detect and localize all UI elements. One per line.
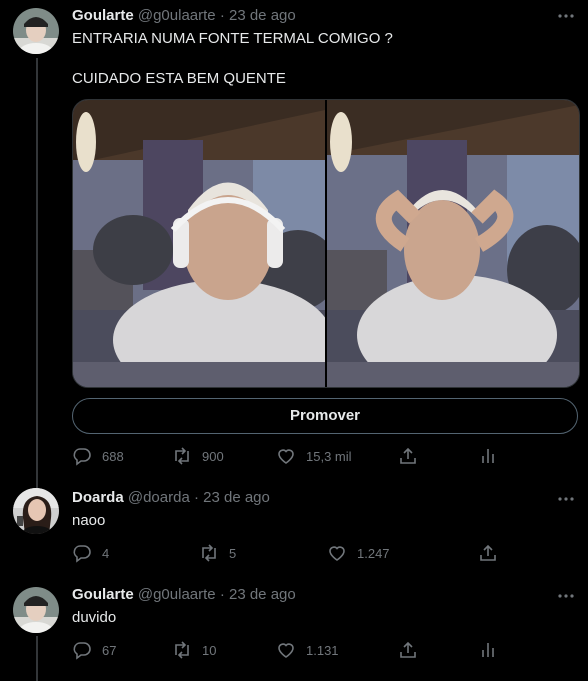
- like-count: 15,3 mil: [306, 448, 352, 464]
- separator-dot: ·: [219, 7, 225, 24]
- tweet-header: Doarda @doarda · 23 de ago: [72, 488, 270, 508]
- user-handle[interactable]: @doarda: [128, 489, 190, 506]
- tweet-text-line-1: ENTRARIA NUMA FONTE TERMAL COMIGO ?: [72, 30, 393, 47]
- like-icon: [276, 446, 306, 466]
- tweet-media[interactable]: [72, 99, 580, 388]
- reply-icon: [72, 640, 102, 660]
- like-icon: [327, 543, 357, 563]
- retweet-count: 5: [229, 545, 237, 561]
- share-icon: [478, 543, 498, 563]
- retweet-count: 900: [202, 448, 224, 464]
- retweet-icon: [172, 640, 202, 660]
- tweet-header: Goularte @g0ulaarte · 23 de ago: [72, 585, 296, 605]
- analytics-button[interactable]: [478, 640, 498, 660]
- separator-dot: ·: [193, 489, 199, 506]
- display-name[interactable]: Goularte: [72, 7, 134, 24]
- analytics-button[interactable]: [478, 446, 498, 466]
- share-button[interactable]: [398, 446, 418, 466]
- more-icon[interactable]: [556, 586, 576, 606]
- retweet-count: 10: [202, 642, 217, 658]
- promote-button[interactable]: Promover: [72, 398, 578, 434]
- reply-button[interactable]: 67: [72, 640, 116, 660]
- retweet-icon: [172, 446, 202, 466]
- more-icon[interactable]: [556, 6, 576, 26]
- like-button[interactable]: 1.247: [327, 543, 390, 563]
- more-icon[interactable]: [556, 489, 576, 509]
- reply-icon: [72, 543, 102, 563]
- reply-count: 4: [102, 545, 110, 561]
- display-name[interactable]: Goularte: [72, 586, 134, 603]
- tweet-header: Goularte @g0ulaarte · 23 de ago: [72, 6, 296, 26]
- like-button[interactable]: 1.131: [276, 640, 339, 660]
- like-icon: [276, 640, 306, 660]
- tweet-text: duvido: [72, 609, 117, 626]
- tweet-date[interactable]: 23 de ago: [229, 586, 296, 603]
- tweet-text-line-2: CUIDADO ESTA BEM QUENTE: [72, 70, 286, 87]
- media-photo-right[interactable]: [327, 100, 579, 387]
- reply-button[interactable]: 4: [72, 543, 109, 563]
- thread-line-1: [36, 58, 38, 488]
- retweet-icon: [199, 543, 229, 563]
- display-name[interactable]: Doarda: [72, 489, 124, 506]
- media-photo-left[interactable]: [73, 100, 325, 387]
- user-handle[interactable]: @g0ulaarte: [138, 7, 216, 24]
- analytics-icon: [478, 640, 498, 660]
- analytics-icon: [478, 446, 498, 466]
- share-button[interactable]: [478, 543, 498, 563]
- reply-count: 67: [102, 642, 117, 658]
- share-icon: [398, 640, 418, 660]
- reply-icon: [72, 446, 102, 466]
- reply-button[interactable]: 688: [72, 446, 124, 466]
- tweet-date[interactable]: 23 de ago: [229, 7, 296, 24]
- retweet-button[interactable]: 10: [172, 640, 216, 660]
- like-button[interactable]: 15,3 mil: [276, 446, 352, 466]
- share-button[interactable]: [398, 640, 418, 660]
- share-icon: [398, 446, 418, 466]
- avatar[interactable]: [13, 587, 59, 633]
- reply-count: 688: [102, 448, 124, 464]
- tweet-text: naoo: [72, 512, 106, 529]
- like-count: 1.247: [357, 545, 390, 561]
- avatar[interactable]: [13, 488, 59, 534]
- separator-dot: ·: [219, 586, 225, 603]
- like-count: 1.131: [306, 642, 339, 658]
- user-handle[interactable]: @g0ulaarte: [138, 586, 216, 603]
- tweet-date[interactable]: 23 de ago: [203, 489, 270, 506]
- avatar[interactable]: [13, 8, 59, 54]
- retweet-button[interactable]: 900: [172, 446, 224, 466]
- retweet-button[interactable]: 5: [199, 543, 236, 563]
- thread-line-2: [36, 636, 38, 681]
